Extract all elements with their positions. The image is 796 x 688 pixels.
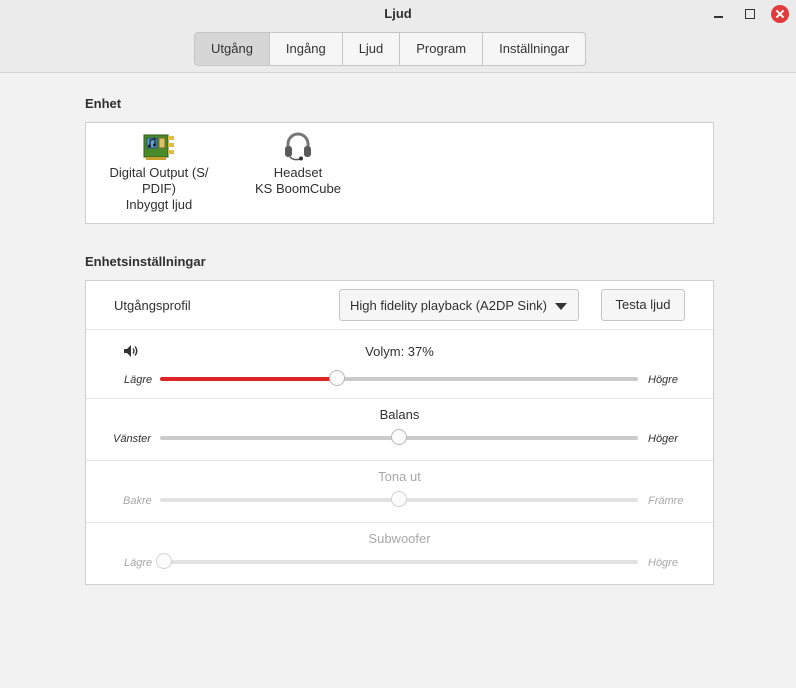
- headset-icon: [285, 132, 311, 161]
- volume-slider-fill: [160, 377, 337, 381]
- subwoofer-label: Subwoofer: [368, 531, 431, 546]
- output-profile-dropdown[interactable]: High fidelity playback (A2DP Sink): [339, 289, 579, 321]
- output-profile-label: Utgångsprofil: [114, 298, 191, 313]
- volume-slider-handle[interactable]: [328, 370, 345, 386]
- maximize-button[interactable]: [740, 4, 760, 24]
- close-icon: [771, 5, 789, 23]
- balance-label: Balans: [379, 407, 420, 422]
- tab-settings[interactable]: Inställningar: [483, 33, 585, 65]
- device-section-title: Enhet: [85, 96, 122, 111]
- tab-bar: Utgång Ingång Ljud Program Inställningar: [194, 32, 587, 66]
- tab-input[interactable]: Ingång: [270, 33, 343, 65]
- volume-min-label: Lägre: [124, 374, 153, 386]
- minimize-button[interactable]: [708, 4, 728, 24]
- fade-label: Tona ut: [378, 469, 421, 484]
- device-item-digital-output[interactable]: Digital Output (S/ PDIF) Inbyggt ljud: [100, 131, 218, 213]
- device-name-cont: PDIF): [142, 181, 176, 196]
- device-name: Headset: [273, 165, 323, 180]
- fade-slider-handle: [391, 491, 407, 507]
- tab-applications[interactable]: Program: [400, 33, 484, 65]
- divider: [86, 398, 713, 399]
- title-bar: Ljud Utgång Ingång Ljud Program Inställn…: [0, 0, 796, 73]
- device-name: Digital Output (S/: [109, 165, 209, 180]
- volume-label: Volym: 37%: [365, 344, 434, 359]
- fade-front-label: Främre: [648, 495, 684, 507]
- balance-slider[interactable]: [160, 429, 638, 445]
- tab-sounds[interactable]: Ljud: [343, 33, 401, 65]
- volume-slider[interactable]: [160, 370, 638, 386]
- balance-right-label: Höger: [648, 433, 678, 445]
- device-description: Inbyggt ljud: [125, 197, 193, 212]
- sound-card-icon: [143, 134, 174, 160]
- window-title: Ljud: [384, 6, 412, 21]
- divider: [86, 522, 713, 523]
- volume-max-label: Högre: [648, 374, 678, 386]
- fade-rear-label: Bakre: [123, 495, 152, 507]
- test-sound-button[interactable]: Testa ljud: [601, 289, 685, 321]
- device-list: Digital Output (S/ PDIF) Inbyggt ljud He…: [85, 122, 714, 224]
- tab-output[interactable]: Utgång: [195, 33, 270, 65]
- settings-section-title: Enhetsinställningar: [85, 254, 206, 269]
- device-description: KS BoomCube: [255, 181, 341, 196]
- device-item-headset[interactable]: Headset KS BoomCube: [238, 131, 358, 197]
- dropdown-arrow-icon: [555, 303, 567, 310]
- subwoofer-min-label: Lägre: [124, 557, 153, 569]
- output-profile-value: High fidelity playback (A2DP Sink): [350, 298, 548, 313]
- fade-slider: [160, 491, 638, 507]
- close-button[interactable]: [770, 4, 790, 24]
- divider: [86, 460, 713, 461]
- minimize-icon: [713, 16, 723, 18]
- subwoofer-slider: [156, 553, 638, 569]
- subwoofer-slider-handle: [156, 553, 172, 569]
- device-settings-panel: Utgångsprofil High fidelity playback (A2…: [85, 280, 714, 585]
- balance-left-label: Vänster: [113, 433, 151, 445]
- maximize-icon: [745, 9, 755, 19]
- divider: [86, 329, 713, 330]
- balance-slider-handle[interactable]: [391, 429, 407, 445]
- subwoofer-max-label: Högre: [648, 557, 678, 569]
